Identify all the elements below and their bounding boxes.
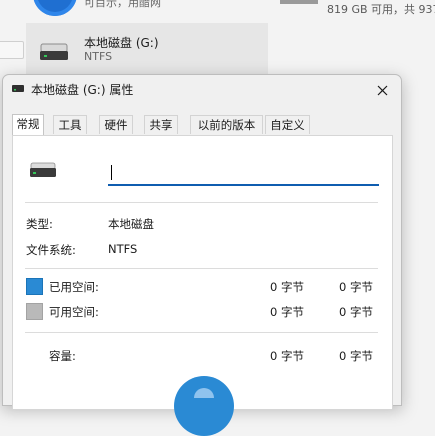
drive-item-icon <box>33 0 77 16</box>
top-item-text: 可目示，用醋网 <box>84 0 161 9</box>
filesystem-label: 文件系统: <box>26 243 76 257</box>
used-space-label: 已用空间: <box>49 280 99 294</box>
tab-customize[interactable]: 自定义 <box>265 115 310 134</box>
capacity-size: 0 字节 <box>339 349 373 363</box>
drive-space-text: 819 GB 可用，共 937 <box>327 3 435 16</box>
dialog-title: 本地磁盘 (G:) 属性 <box>31 83 134 97</box>
dialog-titlebar[interactable]: 本地磁盘 (G:) 属性 <box>3 75 401 105</box>
used-space-bytes: 0 字节 <box>270 280 304 294</box>
divider <box>25 332 378 333</box>
tab-previous-versions[interactable]: 以前的版本 <box>190 115 263 134</box>
free-space-label: 可用空间: <box>49 305 99 319</box>
type-label: 类型: <box>26 217 53 231</box>
tab-hardware[interactable]: 硬件 <box>99 115 133 134</box>
hard-drive-icon <box>40 43 68 60</box>
volume-name-input[interactable] <box>108 160 379 186</box>
drive-name: 本地磁盘 (G:) <box>84 36 159 50</box>
hard-drive-icon <box>12 85 24 92</box>
used-space-swatch <box>26 278 43 295</box>
tab-sharing[interactable]: 共享 <box>144 115 178 134</box>
text-caret <box>111 165 112 180</box>
left-edge-control[interactable] <box>0 41 24 59</box>
disk-usage-pie <box>174 376 234 436</box>
hard-drive-icon <box>30 162 56 177</box>
capacity-label: 容量: <box>49 349 76 363</box>
capacity-bar <box>280 0 318 4</box>
tab-general[interactable]: 常规 <box>12 114 44 135</box>
drive-filesystem: NTFS <box>84 50 113 63</box>
free-space-bytes: 0 字节 <box>270 305 304 319</box>
general-panel: 类型: 本地磁盘 文件系统: NTFS 已用空间: 0 字节 0 字节 可用空间… <box>12 135 393 436</box>
free-space-swatch <box>26 303 43 320</box>
capacity-bytes: 0 字节 <box>270 349 304 363</box>
drive-properties-dialog: 本地磁盘 (G:) 属性 常规 工具 硬件 共享 以前的版本 自定义 类型: 本… <box>2 74 402 436</box>
tab-tools[interactable]: 工具 <box>53 115 87 134</box>
type-value: 本地磁盘 <box>108 217 154 231</box>
divider <box>25 202 378 203</box>
used-space-size: 0 字节 <box>339 280 373 294</box>
divider <box>25 268 378 269</box>
close-button[interactable] <box>369 78 395 102</box>
close-icon <box>377 85 387 95</box>
filesystem-value: NTFS <box>108 242 138 256</box>
free-space-size: 0 字节 <box>339 305 373 319</box>
